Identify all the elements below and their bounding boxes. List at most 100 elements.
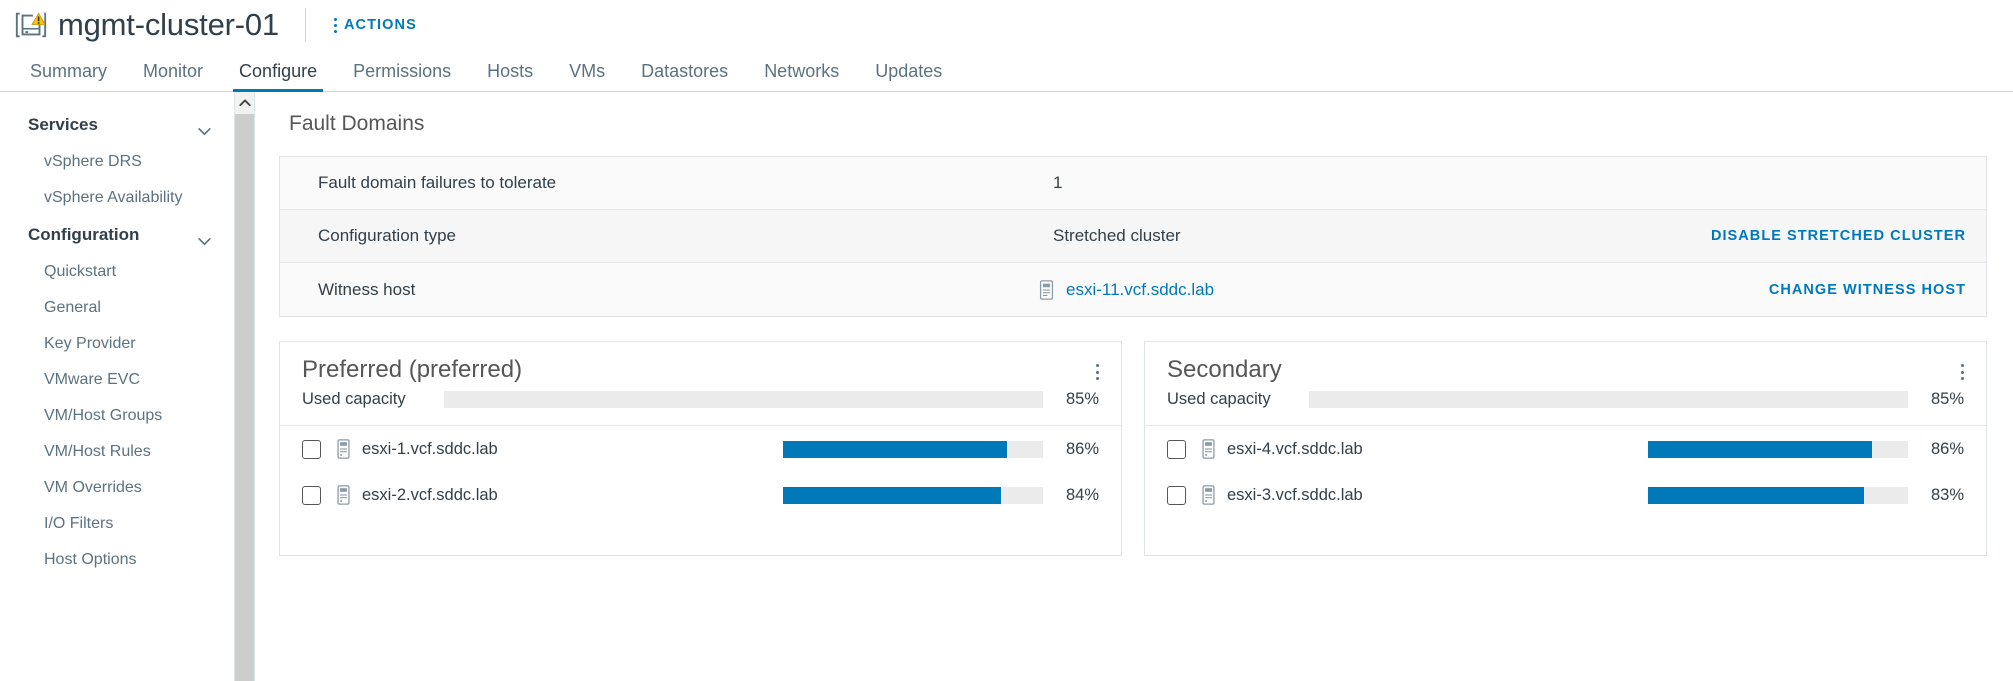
chevron-down-icon: [197, 231, 212, 245]
tab-monitor[interactable]: Monitor: [125, 62, 221, 91]
sidebar-item-host-options[interactable]: Host Options: [0, 542, 234, 578]
host-capacity-bar-fill: [1648, 440, 1872, 458]
host-checkbox[interactable]: [1167, 485, 1186, 505]
list-item: esxi-4.vcf.sddc.lab 86%: [1145, 426, 1986, 472]
host-name: esxi-1.vcf.sddc.lab: [362, 439, 498, 458]
scrollbar-track[interactable]: [235, 114, 254, 681]
used-capacity-label: Used capacity: [1167, 390, 1271, 408]
object-header: mgmt-cluster-01 ACTIONS: [0, 0, 2013, 50]
host-capacity-bar-fill: [1648, 486, 1864, 504]
tab-permissions[interactable]: Permissions: [335, 62, 469, 91]
host-server-icon: [335, 485, 353, 505]
fault-domain-cards: Preferred (preferred) Used capacity 85%: [279, 341, 1987, 556]
used-capacity-bar: [1309, 391, 1908, 408]
tab-datastores[interactable]: Datastores: [623, 62, 746, 91]
host-server-icon: [1038, 279, 1056, 300]
host-checkbox[interactable]: [302, 439, 321, 459]
used-capacity-bar: [444, 391, 1043, 408]
configure-sidebar: Services vSphere DRS vSphere Availabilit…: [0, 92, 234, 681]
row-label-configuration-type: Configuration type: [318, 226, 456, 245]
host-name: esxi-4.vcf.sddc.lab: [1227, 439, 1363, 458]
host-server-icon: [335, 439, 353, 459]
row-value-configuration-type: Stretched cluster: [1053, 226, 1181, 245]
host-name: esxi-2.vcf.sddc.lab: [362, 485, 498, 504]
fault-domains-panel: Fault Domains Fault domain failures to t…: [255, 92, 2013, 681]
tab-bar: Summary Monitor Configure Permissions Ho…: [0, 50, 2013, 92]
content-scrollbar[interactable]: [234, 92, 255, 681]
fault-domain-info-table: Fault domain failures to tolerate 1 Conf…: [279, 156, 1987, 317]
host-capacity-bar: [1648, 440, 1908, 458]
sidebar-item-quickstart[interactable]: Quickstart: [0, 254, 234, 290]
scroll-up-button[interactable]: [235, 92, 254, 114]
page-title: mgmt-cluster-01: [58, 7, 279, 42]
sidebar-item-io-filters[interactable]: I/O Filters: [0, 506, 234, 542]
row-label-witness-host: Witness host: [318, 279, 416, 299]
host-name: esxi-3.vcf.sddc.lab: [1227, 485, 1363, 504]
host-capacity-bar: [1648, 486, 1908, 504]
host-capacity-bar-wrap: [783, 440, 1043, 458]
fault-domain-menu-button-preferred[interactable]: [1090, 356, 1105, 388]
section-title: Fault Domains: [289, 112, 425, 135]
sidebar-item-general[interactable]: General: [0, 290, 234, 326]
scrollbar-thumb[interactable]: [235, 114, 254, 681]
host-capacity-percent: 84%: [1065, 485, 1099, 504]
sidebar-item-vm-host-groups[interactable]: VM/Host Groups: [0, 398, 234, 434]
actions-menu-button[interactable]: ACTIONS: [333, 17, 417, 33]
host-server-icon: [1200, 439, 1218, 459]
tab-networks[interactable]: Networks: [746, 62, 857, 91]
host-capacity-bar: [783, 486, 1043, 504]
host-capacity-bar-wrap: [1648, 486, 1908, 504]
host-capacity-bar-fill: [783, 486, 1002, 504]
kebab-vertical-icon: [333, 17, 337, 33]
tab-hosts[interactable]: Hosts: [469, 62, 551, 91]
fault-domain-menu-button-secondary[interactable]: [1955, 356, 1970, 388]
witness-host-link[interactable]: esxi-11.vcf.sddc.lab: [1066, 280, 1214, 300]
host-capacity-bar-fill: [783, 440, 1007, 458]
sidebar-group-configuration[interactable]: Configuration: [0, 216, 234, 254]
sidebar-item-vsphere-drs[interactable]: vSphere DRS: [0, 144, 234, 180]
sidebar-item-vsphere-availability[interactable]: vSphere Availability: [0, 180, 234, 216]
host-capacity-percent: 86%: [1930, 439, 1964, 458]
sidebar-item-vm-overrides[interactable]: VM Overrides: [0, 470, 234, 506]
tab-updates[interactable]: Updates: [857, 62, 960, 91]
actions-label: ACTIONS: [343, 17, 417, 33]
sidebar-group-configuration-label: Configuration: [28, 225, 140, 244]
host-checkbox[interactable]: [1167, 439, 1186, 459]
sidebar-item-vmware-evc[interactable]: VMware EVC: [0, 362, 234, 398]
host-capacity-bar-wrap: [1648, 440, 1908, 458]
cluster-warning-icon: [14, 8, 48, 42]
host-checkbox[interactable]: [302, 485, 321, 505]
host-capacity-bar-wrap: [783, 486, 1043, 504]
table-row: Witness host esxi-11.vcf.sddc.lab CHANGE: [280, 263, 1986, 316]
body-wrapper: Services vSphere DRS vSphere Availabilit…: [0, 92, 2013, 681]
row-value-witness-host: esxi-11.vcf.sddc.lab: [798, 280, 1769, 300]
host-capacity-percent: 86%: [1065, 439, 1099, 458]
host-capacity-percent: 83%: [1930, 485, 1964, 504]
fault-domain-name-secondary: Secondary: [1167, 356, 1282, 383]
tab-vms[interactable]: VMs: [551, 62, 623, 91]
list-item: esxi-3.vcf.sddc.lab 83%: [1145, 472, 1986, 518]
list-item: esxi-1.vcf.sddc.lab 86%: [280, 426, 1121, 472]
sidebar-group-services-label: Services: [28, 115, 98, 134]
sidebar-item-vm-host-rules[interactable]: VM/Host Rules: [0, 434, 234, 470]
card-header: Secondary Used capacity 85%: [1145, 342, 1986, 421]
used-capacity-percent: 85%: [1930, 390, 1964, 408]
used-capacity-percent: 85%: [1065, 390, 1099, 408]
table-row: Fault domain failures to tolerate 1: [280, 157, 1986, 210]
sidebar-group-services[interactable]: Services: [0, 106, 234, 144]
disable-stretched-cluster-link[interactable]: DISABLE STRETCHED CLUSTER: [1711, 228, 1986, 244]
used-capacity-row: Used capacity 85%: [302, 390, 1105, 409]
tab-summary[interactable]: Summary: [12, 62, 125, 91]
host-server-icon: [1200, 485, 1218, 505]
tab-configure[interactable]: Configure: [221, 62, 335, 92]
fault-domain-card-preferred: Preferred (preferred) Used capacity 85%: [279, 341, 1122, 556]
used-capacity-label: Used capacity: [302, 390, 406, 408]
change-witness-host-link[interactable]: CHANGE WITNESS HOST: [1769, 282, 1986, 298]
header-divider: [304, 8, 306, 42]
fault-domain-card-secondary: Secondary Used capacity 85% esxi-4.vcf.s…: [1144, 341, 1987, 556]
row-value-ftt: 1: [1053, 173, 1063, 192]
table-row: Configuration type Stretched cluster DIS…: [280, 210, 1986, 263]
sidebar-item-key-provider[interactable]: Key Provider: [0, 326, 234, 362]
chevron-down-icon: [197, 121, 212, 135]
host-capacity-bar: [783, 440, 1043, 458]
